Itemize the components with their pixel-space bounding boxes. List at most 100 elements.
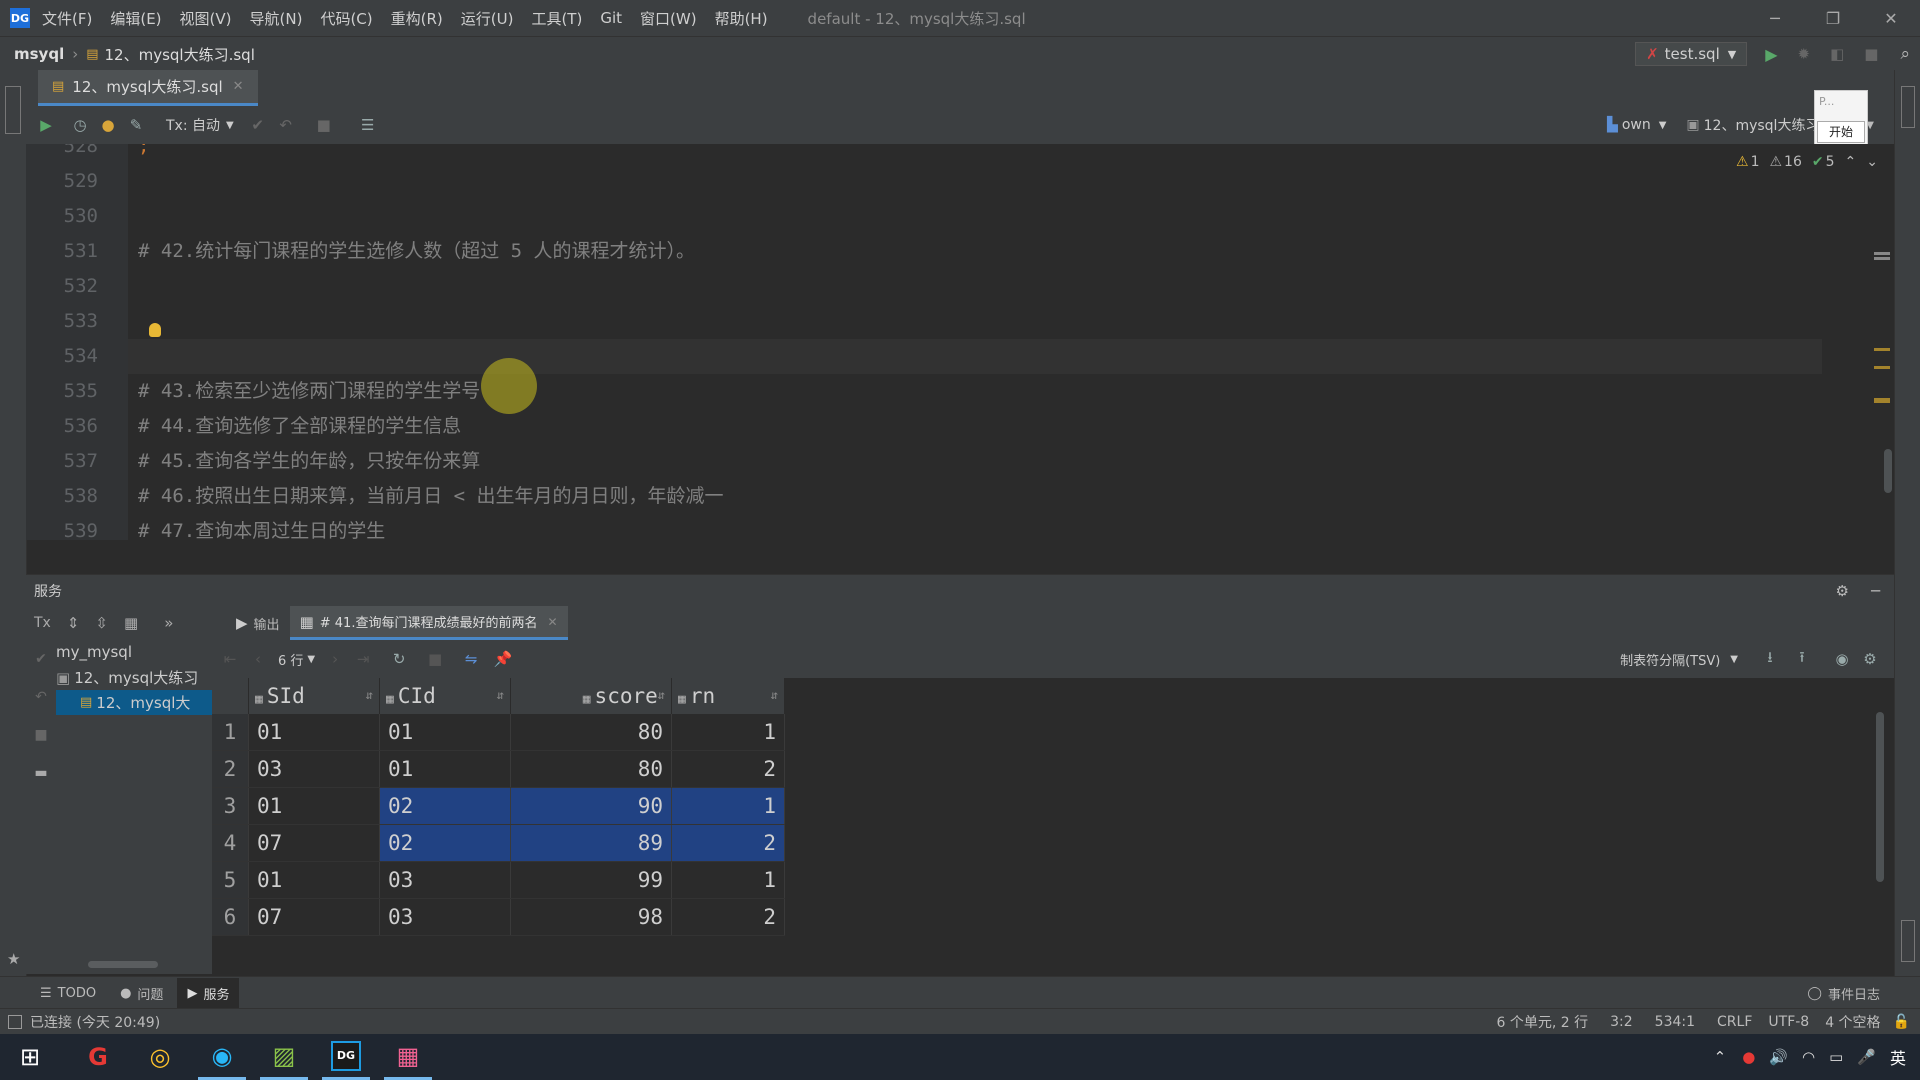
code-line[interactable] xyxy=(128,304,1822,339)
database-tool-icon[interactable] xyxy=(5,86,21,134)
menu-item[interactable]: 代码(C) xyxy=(320,8,372,29)
lock-icon[interactable]: 🔓 xyxy=(1893,1014,1910,1030)
table-cell[interactable]: 07 xyxy=(248,898,380,936)
ime-indicator[interactable]: 英 xyxy=(1890,1045,1906,1069)
sort-icon[interactable]: ⇵ xyxy=(366,688,373,702)
close-tab-icon[interactable]: ✕ xyxy=(547,615,557,629)
toolwindow-problems[interactable]: ● 问题 xyxy=(120,984,163,1003)
table-cell[interactable]: 03 xyxy=(379,898,511,936)
database-panel-icon[interactable] xyxy=(1901,86,1915,128)
layout-icon[interactable]: ▬ xyxy=(26,754,56,792)
notepad-icon[interactable]: ▨ xyxy=(260,1034,308,1080)
table-cell[interactable]: 2 xyxy=(671,898,785,936)
menu-item[interactable]: 工具(T) xyxy=(531,8,582,29)
sort-icon[interactable]: ⇵ xyxy=(658,688,665,702)
inspection-widget[interactable]: ⚠ 1 ⚠ 16 ✔ 5 ⌃ ⌄ xyxy=(1736,154,1878,170)
code-line[interactable]: # 43.检索至少选修两门课程的学生学号 xyxy=(128,374,1822,409)
table-row[interactable]: 3 01 02 90 1 xyxy=(212,787,785,825)
tree-item-console[interactable]: ▣ 12、mysql大练习 xyxy=(56,665,212,690)
collapse-all-icon[interactable]: ⇳ xyxy=(95,614,108,632)
table-cell[interactable]: 01 xyxy=(248,787,380,825)
paint-icon[interactable]: ▦ xyxy=(384,1034,432,1080)
code-line[interactable]: # 47.查询本周过生日的学生 xyxy=(128,514,1822,540)
toolwindow-todo[interactable]: ☰ TODO xyxy=(40,986,96,1001)
run-icon[interactable]: ▶ xyxy=(1765,45,1777,64)
download-icon[interactable]: ⭳ xyxy=(1756,645,1784,673)
next-page-icon[interactable]: › xyxy=(321,645,349,673)
popup-start-button[interactable]: 开始 xyxy=(1817,121,1865,143)
group-icon[interactable]: ▦ xyxy=(124,614,138,632)
sort-icon[interactable]: ⇵ xyxy=(497,688,504,702)
rollback-icon[interactable]: ↶ xyxy=(272,111,300,139)
network-icon[interactable]: ◠ xyxy=(1802,1048,1815,1066)
menu-item[interactable]: 编辑(E) xyxy=(110,8,161,29)
table-cell[interactable]: 01 xyxy=(248,714,380,751)
tree-horizontal-scrollbar[interactable] xyxy=(88,961,158,968)
tab-output[interactable]: ▶ 输出 xyxy=(226,606,290,640)
schema-selector[interactable]: ▙ own ▼ xyxy=(1607,117,1666,133)
first-page-icon[interactable]: ⇤ xyxy=(216,645,244,673)
sort-icon[interactable]: ⇵ xyxy=(771,688,778,702)
table-cell[interactable]: 1 xyxy=(671,787,785,825)
table-row[interactable]: 5 01 03 99 1 xyxy=(212,861,785,899)
column-header-score[interactable]: ▦ score ⇵ xyxy=(510,678,672,714)
favorites-icon[interactable]: ★ xyxy=(7,950,20,968)
menu-item[interactable]: Git xyxy=(600,9,622,27)
table-cell[interactable]: 89 xyxy=(510,824,672,862)
execute-icon[interactable]: ▶ xyxy=(32,111,60,139)
table-cell[interactable]: 2 xyxy=(671,824,785,862)
table-cell[interactable]: 80 xyxy=(510,750,672,788)
chevron-down-icon[interactable]: ⌄ xyxy=(1866,154,1878,170)
table-cell[interactable]: 90 xyxy=(510,787,672,825)
intention-bulb-icon[interactable] xyxy=(149,323,161,337)
search-icon[interactable]: ⌕ xyxy=(1900,44,1910,64)
compare-icon[interactable]: ⇋ xyxy=(457,645,485,673)
tray-chevron-up-icon[interactable]: ⌃ xyxy=(1714,1048,1727,1066)
table-cell[interactable]: 01 xyxy=(379,750,511,788)
table-view-icon[interactable]: ☰ xyxy=(354,111,382,139)
tx-mode-selector[interactable]: Tx: 自动 ▼ xyxy=(166,115,234,135)
table-cell[interactable]: 2 xyxy=(671,750,785,788)
restore-icon[interactable]: ❐ xyxy=(1804,9,1862,28)
cancel-icon[interactable]: ■ xyxy=(310,111,338,139)
table-cell[interactable]: 98 xyxy=(510,898,672,936)
caret-position[interactable]: 534:1 xyxy=(1655,1014,1695,1030)
table-row[interactable]: 4 07 02 89 2 xyxy=(212,824,785,862)
prev-page-icon[interactable]: ‹ xyxy=(244,645,272,673)
hide-panel-icon[interactable]: ─ xyxy=(1871,582,1880,600)
chrome-icon[interactable]: ◎ xyxy=(136,1034,184,1080)
indent-setting[interactable]: 4 个空格 xyxy=(1825,1012,1880,1032)
stop-icon[interactable]: ■ xyxy=(1864,45,1878,63)
table-cell[interactable]: 02 xyxy=(379,787,511,825)
datagrip-icon[interactable]: DG xyxy=(322,1034,370,1080)
record-icon[interactable]: ● xyxy=(1742,1048,1755,1066)
stop-icon[interactable]: ■ xyxy=(421,645,449,673)
tab-result[interactable]: ▦ # 41.查询每门课程成绩最好的前两名 ✕ xyxy=(289,606,568,640)
minimize-icon[interactable]: ─ xyxy=(1746,9,1804,28)
table-cell[interactable]: 01 xyxy=(379,714,511,751)
gear-icon[interactable]: ⚙ xyxy=(1856,645,1884,673)
battery-icon[interactable]: ▭ xyxy=(1829,1048,1843,1066)
code-line[interactable] xyxy=(128,199,1822,234)
close-icon[interactable]: ✕ xyxy=(1862,9,1920,28)
table-cell[interactable]: 99 xyxy=(510,861,672,899)
close-tab-icon[interactable]: ✕ xyxy=(233,79,244,94)
table-cell[interactable]: 03 xyxy=(248,750,380,788)
grid-vertical-scrollbar[interactable] xyxy=(1876,712,1884,882)
breadcrumb-project[interactable]: msyql xyxy=(14,45,64,63)
code-line[interactable] xyxy=(128,164,1822,199)
code-line[interactable]: # 42.统计每门课程的学生选修人数（超过 5 人的课程才统计）。 xyxy=(128,234,1822,269)
toolwindow-event-log[interactable]: ◯ 事件日志 xyxy=(1807,984,1880,1003)
code-line[interactable]: # 45.查询各学生的年龄，只按年份来算 xyxy=(128,444,1822,479)
explain-plan-icon[interactable]: ● xyxy=(94,111,122,139)
commit-icon[interactable]: ✔ xyxy=(244,111,272,139)
column-header-rn[interactable]: ▦ rn ⇵ xyxy=(671,678,785,714)
editor-scrollbar-thumb[interactable] xyxy=(1884,449,1892,493)
chevron-up-icon[interactable]: ⌃ xyxy=(1845,154,1857,170)
file-encoding[interactable]: UTF-8 xyxy=(1768,1014,1809,1030)
menu-item[interactable]: 重构(R) xyxy=(391,8,443,29)
code-editor[interactable]: ; # 42.统计每门课程的学生选修人数（超过 5 人的课程才统计）。 # 43.检… xyxy=(128,144,1822,540)
history-icon[interactable]: ◷ xyxy=(66,111,94,139)
export-format-selector[interactable]: 制表符分隔(TSV) ▼ xyxy=(1620,650,1738,669)
upload-icon[interactable]: ⭱ xyxy=(1788,645,1816,673)
